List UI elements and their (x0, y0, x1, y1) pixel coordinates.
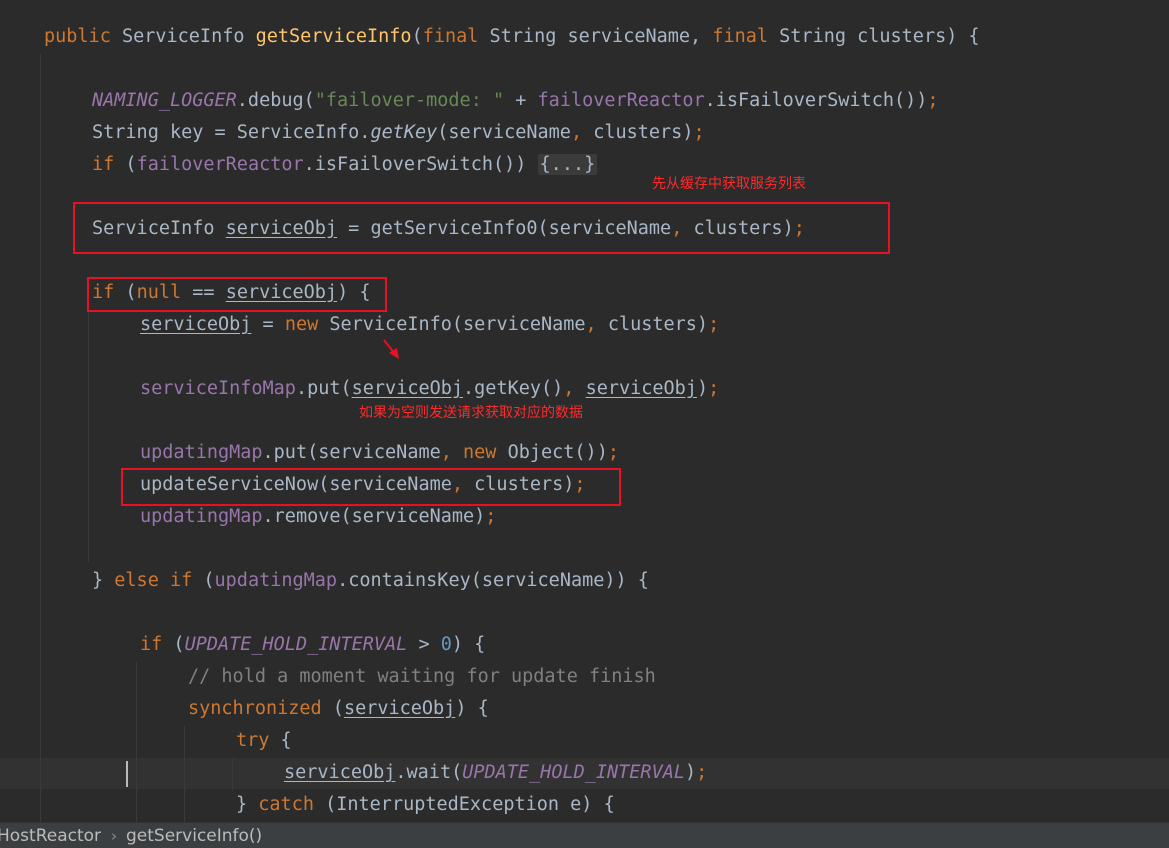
annotation-box-null-check (87, 277, 387, 312)
chevron-right-icon: › (111, 827, 117, 845)
text-caret (126, 761, 128, 787)
code-editor[interactable]: public ServiceInfo getServiceInfo(final … (0, 0, 1169, 822)
code-line[interactable]: String key = ServiceInfo.getKey(serviceN… (92, 117, 705, 149)
code-line[interactable]: serviceObj = new ServiceInfo(serviceName… (140, 309, 719, 341)
code-line[interactable]: serviceObj.wait(UPDATE_HOLD_INTERVAL); (284, 757, 707, 789)
code-line[interactable]: updatingMap.put(serviceName, new Object(… (140, 437, 619, 469)
code-line[interactable]: if (UPDATE_HOLD_INTERVAL > 0) { (140, 629, 485, 661)
code-line[interactable]: // hold a moment waiting for update fini… (188, 661, 656, 693)
annotation-box-update-service-now (121, 468, 621, 506)
breadcrumb-item-method[interactable]: getServiceInfo() (126, 823, 262, 848)
annotation-note-request: 如果为空则发送请求获取对应的数据 (359, 405, 583, 421)
breadcrumb-item-class[interactable]: HostReactor (0, 823, 101, 848)
indent-guide (88, 310, 89, 562)
indent-guide (232, 758, 233, 790)
code-line[interactable]: } else if (updatingMap.containsKey(servi… (92, 565, 649, 597)
annotation-note-cache: 先从缓存中获取服务列表 (652, 176, 806, 192)
code-line[interactable]: try { (236, 725, 292, 757)
code-line[interactable]: public ServiceInfo getServiceInfo(final … (44, 21, 980, 53)
code-line[interactable]: if (failoverReactor.isFailoverSwitch()) … (92, 149, 598, 181)
code-line[interactable]: } catch (InterruptedException e) { (236, 789, 615, 821)
folded-code-placeholder[interactable]: {...} (537, 154, 598, 175)
indent-guide (136, 662, 137, 822)
indent-guide (184, 726, 185, 822)
code-line[interactable]: NAMING_LOGGER.debug("failover-mode: " + … (92, 85, 939, 117)
breadcrumb: HostReactor › getServiceInfo() (0, 822, 1169, 848)
annotation-arrow-icon (383, 339, 399, 359)
indent-guide (40, 54, 41, 822)
code-line[interactable]: serviceInfoMap.put(serviceObj.getKey(), … (140, 373, 719, 405)
annotation-box-getserviceinfo0 (73, 202, 890, 254)
code-line[interactable]: synchronized (serviceObj) { (188, 693, 489, 725)
